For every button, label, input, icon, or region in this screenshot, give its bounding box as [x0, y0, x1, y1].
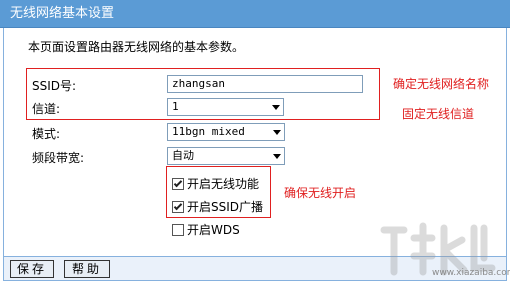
checkbox-checked-icon[interactable] [172, 201, 184, 213]
enable-ssid-broadcast-checkbox[interactable]: 开启SSID广播 [172, 199, 263, 215]
mode-label: 模式: [32, 127, 61, 141]
help-button[interactable]: 帮助 [64, 260, 110, 278]
watermark-url: www.xiazaiba.com [432, 268, 510, 278]
page-intro: 本页面设置路由器无线网络的基本参数。 [28, 40, 245, 54]
chevron-down-icon [273, 130, 281, 135]
checkbox-checked-icon[interactable] [172, 178, 184, 190]
bandwidth-select[interactable]: 自动 [167, 147, 285, 165]
enable-wds-checkbox[interactable]: 开启WDS [172, 222, 240, 238]
window-title: 无线网络基本设置 [10, 6, 115, 21]
enable-wds-label: 开启WDS [187, 223, 240, 237]
mode-select-value: 11bgn mixed [172, 125, 245, 138]
enable-ssid-broadcast-label: 开启SSID广播 [187, 200, 264, 214]
ssid-input[interactable]: zhangsan [167, 75, 363, 93]
bandwidth-label: 频段带宽: [32, 151, 85, 165]
checkbox-unchecked-icon[interactable] [172, 224, 184, 236]
channel-select-value: 1 [172, 100, 179, 113]
enable-wireless-checkbox[interactable]: 开启无线功能 [172, 176, 259, 192]
annotation-ssid-name: 确定无线网络名称 [393, 77, 490, 91]
annotation-ensure-wireless: 确保无线开启 [284, 186, 357, 200]
annotation-fixed-channel: 固定无线信道 [402, 107, 475, 121]
enable-wireless-label: 开启无线功能 [187, 177, 260, 191]
save-button[interactable]: 保存 [10, 260, 54, 278]
chevron-down-icon [273, 154, 281, 159]
mode-select[interactable]: 11bgn mixed [167, 123, 285, 141]
window-titlebar: 无线网络基本设置 [0, 0, 510, 28]
ssid-label: SSID号: [32, 79, 77, 93]
bandwidth-select-value: 自动 [172, 149, 194, 162]
channel-select[interactable]: 1 [167, 98, 284, 116]
chevron-down-icon [272, 105, 280, 110]
channel-label: 信道: [32, 102, 61, 116]
